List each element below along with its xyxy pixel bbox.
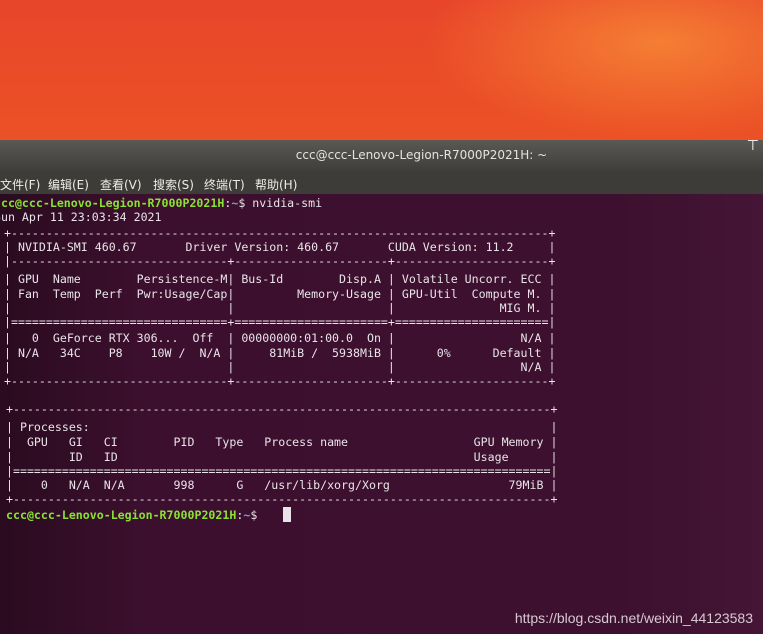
menu-search[interactable]: 搜索(S) [153,176,194,193]
output-line: | | | MIG M. | [4,301,556,315]
output-line: | GPU GI CI PID Type Process name GPU Me… [6,435,558,449]
desktop-background-glow [420,0,763,140]
output-line: | Fan Temp Perf Pwr:Usage/Cap| Memory-Us… [4,287,556,301]
terminal-area[interactable]: ccc@ccc-Lenovo-Legion-R7000P2021H:~$ nvi… [0,194,763,634]
output-line: Sun Apr 11 23:03:34 2021 [0,210,162,224]
pin-icon[interactable]: ⊤ [747,138,759,154]
menu-edit[interactable]: 编辑(E) [48,176,89,193]
prompt-line: ccc@ccc-Lenovo-Legion-R7000P2021H:~$ [6,508,257,522]
window-titlebar[interactable]: ccc@ccc-Lenovo-Legion-R7000P2021H: ~ ⊤ [0,138,763,172]
output-line: +-------------------------------+-------… [4,374,556,388]
output-line: +---------------------------------------… [4,226,556,240]
output-line: |===============================+=======… [4,315,556,329]
prompt-user-host: ccc@ccc-Lenovo-Legion-R7000P2021H [0,196,225,210]
text-cursor [283,507,291,522]
command-line: ccc@ccc-Lenovo-Legion-R7000P2021H:~$ nvi… [0,196,322,210]
output-line: | NVIDIA-SMI 460.67 Driver Version: 460.… [4,240,556,254]
menu-bar: 文件(F) 编辑(E) 查看(V) 搜索(S) 终端(T) 帮助(H) [0,172,763,194]
output-line: | ID ID Usage | [6,450,558,464]
watermark-text: https://blog.csdn.net/weixin_44123583 [514,610,753,626]
menu-file[interactable]: 文件(F) [0,176,40,193]
output-line: | 0 N/A N/A 998 G /usr/lib/xorg/Xorg 79M… [6,478,558,492]
output-line: |=======================================… [6,464,558,478]
menu-help[interactable]: 帮助(H) [255,176,297,193]
output-line: | GPU Name Persistence-M| Bus-Id Disp.A … [4,272,556,286]
menu-terminal[interactable]: 终端(T) [204,176,245,193]
output-line: +---------------------------------------… [6,402,558,416]
output-line: | N/A 34C P8 10W / N/A | 81MiB / 5938MiB… [4,346,556,360]
prompt-user-host: ccc@ccc-Lenovo-Legion-R7000P2021H [6,508,237,522]
prompt-dollar: $ [250,508,258,522]
output-line: +---------------------------------------… [6,492,558,506]
window-title: ccc@ccc-Lenovo-Legion-R7000P2021H: ~ [295,148,548,162]
terminal-window[interactable]: ccc@ccc-Lenovo-Legion-R7000P2021H: ~ ⊤ 文… [0,138,763,634]
output-line: |-------------------------------+-------… [4,254,556,268]
output-line: | 0 GeForce RTX 306... Off | 00000000:01… [4,331,556,345]
output-line: | | | N/A | [4,360,556,374]
menu-view[interactable]: 查看(V) [100,176,142,193]
output-line: | Processes: | [6,420,558,434]
command-text: nvidia-smi [245,196,323,210]
